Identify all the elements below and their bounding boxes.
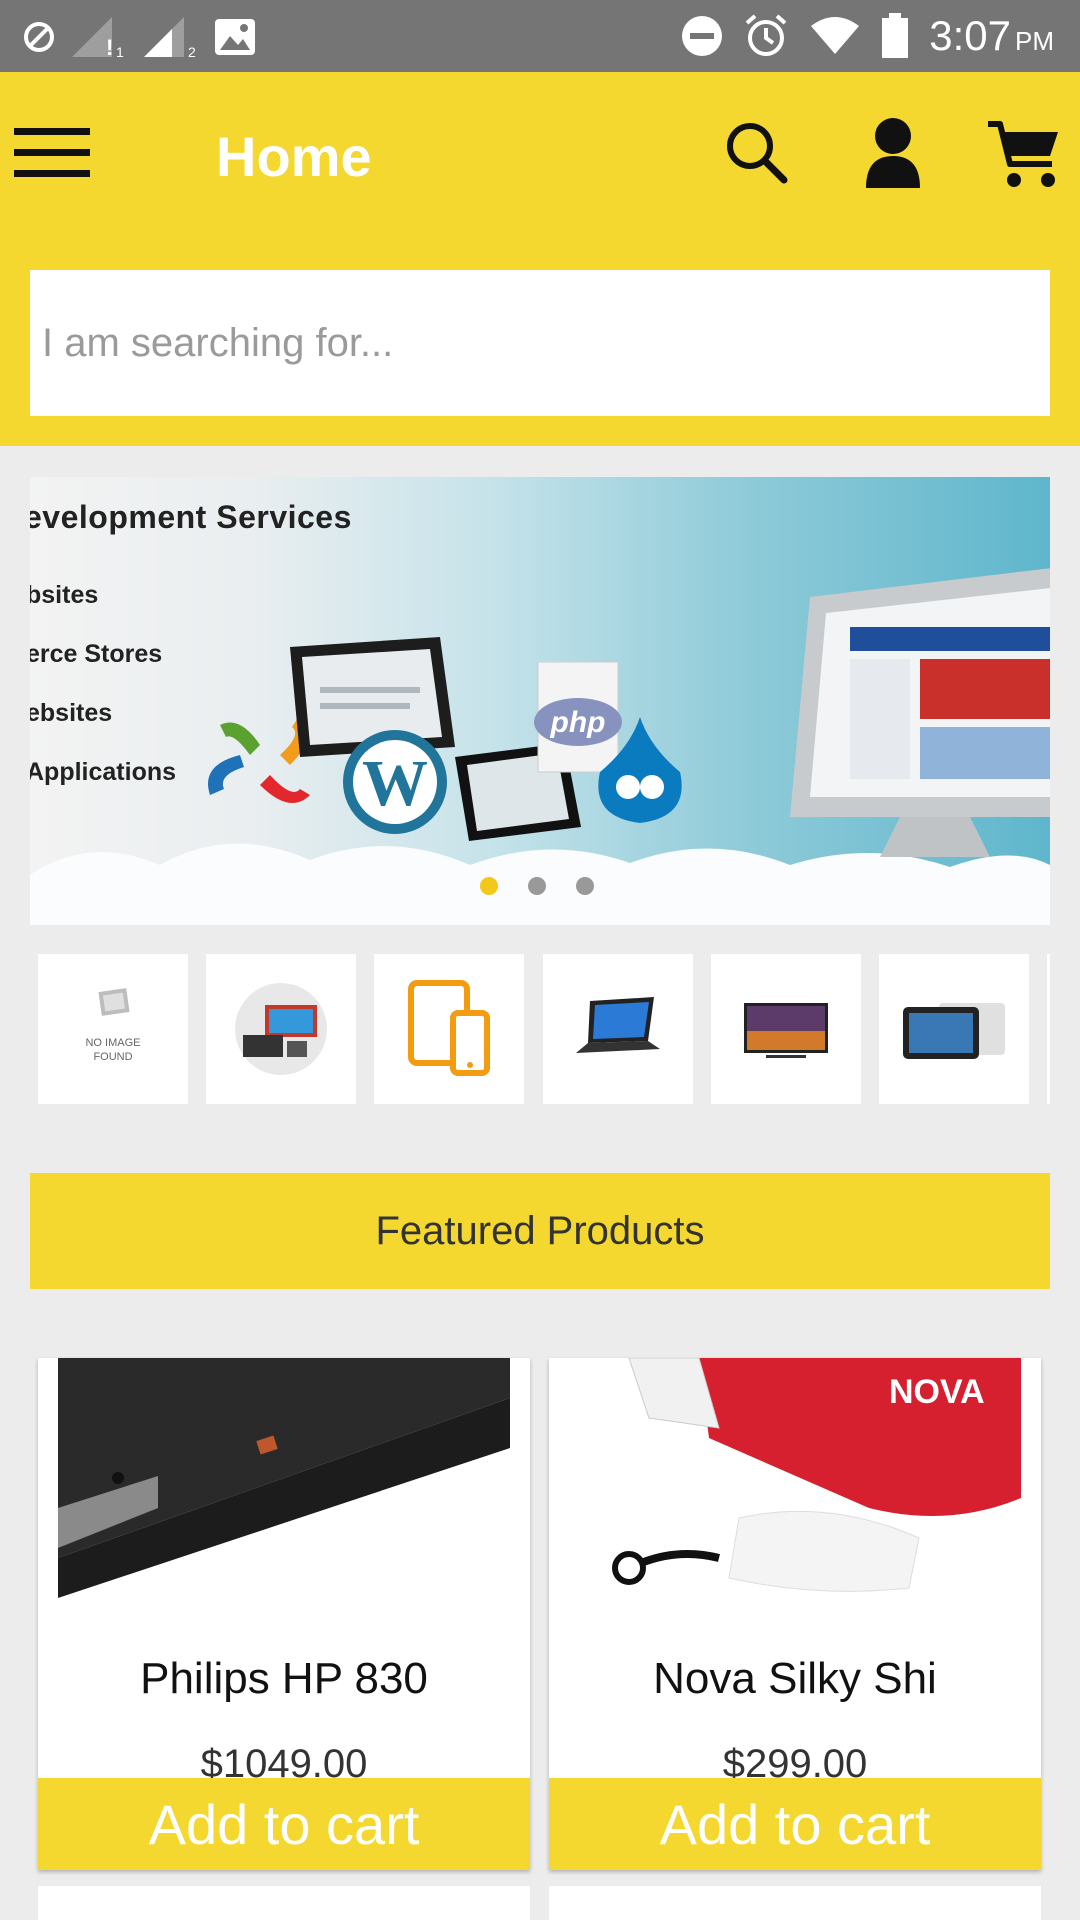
product-card[interactable]: NOVA Nova Silky Shi $299.00 Add to cart xyxy=(549,1358,1041,1870)
clock-ampm: PM xyxy=(1015,26,1054,56)
svg-text:!: ! xyxy=(106,35,113,59)
carousel-dot[interactable] xyxy=(576,877,594,895)
add-to-cart-button[interactable]: Add to cart xyxy=(38,1778,530,1870)
no-image-label-2: FOUND xyxy=(93,1051,132,1063)
clock-time: 3:07 xyxy=(929,12,1011,59)
no-image-icon: NO IMAGE FOUND xyxy=(85,988,141,1063)
status-bar: ! 1 2 3:07 PM xyxy=(0,0,1080,72)
product-name[interactable]: Philips HP 830 xyxy=(38,1654,530,1704)
category-item-mobiles-tablets[interactable] xyxy=(374,954,524,1104)
category-item-televisions[interactable] xyxy=(711,954,861,1104)
wordpress-icon: W xyxy=(343,730,447,834)
mobiles-tablets-icon xyxy=(408,980,490,1076)
banner-line: ebsites xyxy=(30,699,113,727)
hair-straightener-image xyxy=(58,1358,510,1598)
svg-text:W: W xyxy=(362,747,428,820)
banner-line: erce Stores xyxy=(30,640,163,668)
status-icons-left: ! 1 2 xyxy=(22,14,256,60)
promo-banner[interactable]: evelopment Services bsites erce Stores e… xyxy=(30,477,1050,925)
carousel-dot[interactable] xyxy=(528,877,546,895)
product-card-partial[interactable] xyxy=(549,1886,1041,1920)
carousel-indicator xyxy=(480,877,594,895)
product-card[interactable]: Philips HP 830 $1049.00 Add to cart xyxy=(38,1358,530,1870)
dnd-icon xyxy=(682,16,723,56)
hair-dryer-image: NOVA xyxy=(569,1358,1021,1598)
product-name[interactable]: Nova Silky Shi xyxy=(549,1654,1041,1704)
category-item-more[interactable] xyxy=(1047,954,1050,1104)
no-disturb-icon xyxy=(24,22,54,52)
category-item-no-image[interactable]: NO IMAGE FOUND xyxy=(38,954,188,1104)
carousel-dot-active[interactable] xyxy=(480,877,498,895)
monitor-graphic xyxy=(790,568,1050,857)
cart-icon[interactable] xyxy=(986,118,1062,190)
app-toolbar: Home xyxy=(0,72,1080,240)
menu-icon[interactable] xyxy=(14,122,90,184)
tablet-icon xyxy=(903,1003,1005,1059)
home-appliances-icon xyxy=(235,983,327,1075)
no-image-label-1: NO IMAGE xyxy=(85,1037,140,1049)
svg-text:1: 1 xyxy=(116,44,124,59)
product-image[interactable] xyxy=(58,1358,510,1598)
image-icon xyxy=(215,19,255,55)
clock: 3:07 PM xyxy=(929,12,1054,60)
signal-2-icon: 2 xyxy=(144,17,196,59)
signal-1-icon: ! 1 xyxy=(72,17,124,59)
category-item-home-appliances[interactable] xyxy=(206,954,356,1104)
category-item-tablets[interactable] xyxy=(879,954,1029,1104)
product-card-partial[interactable] xyxy=(38,1886,530,1920)
category-strip: NO IMAGE FOUND xyxy=(38,954,1050,1104)
category-item-laptops[interactable] xyxy=(543,954,693,1104)
product-image[interactable]: NOVA xyxy=(569,1358,1021,1598)
featured-products-header: Featured Products xyxy=(30,1173,1050,1289)
page-title: Home xyxy=(216,125,372,188)
status-icons-right: 3:07 PM xyxy=(681,10,1054,62)
alarm-icon xyxy=(745,14,787,56)
search-input[interactable] xyxy=(30,270,1050,416)
laptop-icon xyxy=(576,997,660,1053)
television-icon xyxy=(744,1003,828,1058)
drupal-icon xyxy=(598,717,682,823)
add-to-cart-button[interactable]: Add to cart xyxy=(549,1778,1041,1870)
search-bar xyxy=(0,240,1080,446)
search-icon[interactable] xyxy=(722,118,792,188)
banner-line: Applications xyxy=(30,758,177,786)
banner-line: bsites xyxy=(30,581,99,609)
battery-icon xyxy=(882,13,909,58)
product-brand-label: NOVA xyxy=(889,1373,985,1411)
banner-heading: evelopment Services xyxy=(30,499,352,535)
svg-text:2: 2 xyxy=(188,44,196,59)
user-icon[interactable] xyxy=(862,116,924,188)
wifi-icon xyxy=(811,17,860,54)
